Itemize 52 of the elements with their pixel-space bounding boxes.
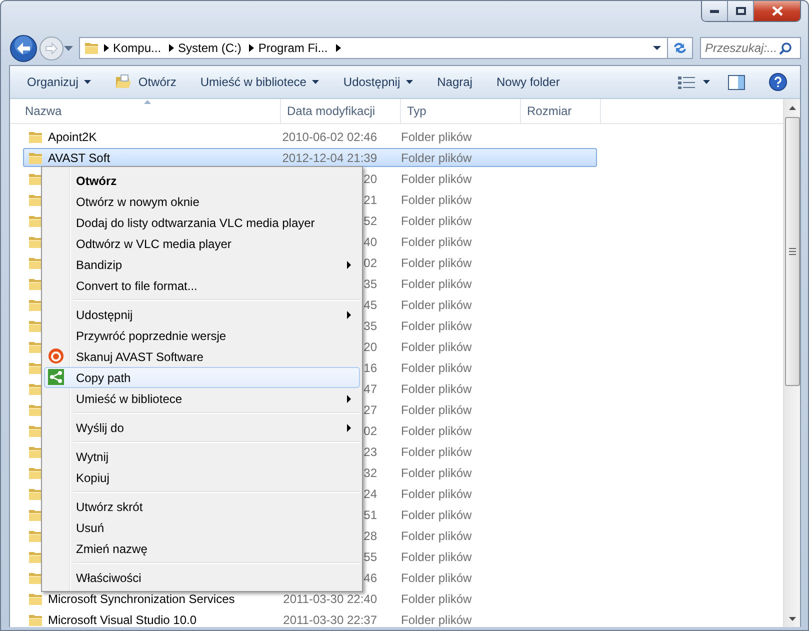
file-type: Folder plików — [401, 570, 472, 584]
file-type: Folder plików — [401, 402, 472, 416]
file-date: 2012-12-04 21:39 — [282, 150, 377, 164]
file-date: 21 — [364, 192, 377, 206]
file-date: 28 — [364, 528, 377, 542]
file-type: Folder plików — [401, 276, 472, 290]
file-date: 51 — [364, 508, 377, 522]
file-type: Folder plików — [401, 360, 472, 374]
file-type: Folder plików — [401, 486, 472, 500]
file-type: Folder plików — [401, 424, 472, 438]
file-name: Microsoft Synchronization Services — [47, 592, 236, 606]
file-date: 40 — [364, 234, 377, 248]
file-type: Folder plików — [401, 592, 472, 606]
file-date: 27 — [364, 402, 377, 416]
file-type: Folder plików — [401, 130, 472, 144]
file-date: 52 — [364, 214, 377, 228]
file-type: Folder plików — [401, 382, 472, 396]
file-type: Folder plików — [401, 214, 472, 228]
file-type: Folder plików — [401, 612, 472, 626]
file-type: Folder plików — [401, 318, 472, 332]
file-type: Folder plików — [401, 550, 472, 564]
file-type: Folder plików — [401, 172, 472, 186]
file-type: Folder plików — [401, 192, 472, 206]
file-type: Folder plików — [401, 298, 472, 312]
file-date: 46 — [364, 570, 377, 584]
file-date: 35 — [364, 318, 377, 332]
file-date: 20 — [364, 340, 377, 354]
file-type: Folder plików — [401, 528, 472, 542]
file-name: Apoint2K — [47, 130, 98, 144]
file-type: Folder plików — [401, 508, 472, 522]
file-date: 32 — [364, 466, 377, 480]
file-date: 23 — [364, 444, 377, 458]
file-type: Folder plików — [401, 466, 472, 480]
file-date: 35 — [364, 276, 377, 290]
file-type: Folder plików — [401, 150, 472, 164]
file-name: AVAST Soft — [47, 150, 112, 164]
file-date: 24 — [364, 486, 377, 500]
file-date: 20 — [364, 172, 377, 186]
file-type: Folder plików — [401, 340, 472, 354]
file-type: Folder plików — [401, 234, 472, 248]
file-date: 47 — [364, 382, 377, 396]
file-date: 16 — [364, 360, 377, 374]
file-date: 02 — [364, 256, 377, 270]
file-date: 55 — [364, 550, 377, 564]
file-type: Folder plików — [401, 256, 472, 270]
file-name: Microsoft Visual Studio 10.0 — [47, 612, 198, 626]
file-date: 45 — [364, 298, 377, 312]
file-date: 2011-03-30 22:40 — [283, 592, 377, 606]
file-date: 2011-03-30 22:37 — [283, 612, 377, 626]
file-type: Folder plików — [401, 444, 472, 458]
file-date: 02 — [364, 424, 377, 438]
file-date: 2010-06-02 02:46 — [282, 130, 377, 144]
